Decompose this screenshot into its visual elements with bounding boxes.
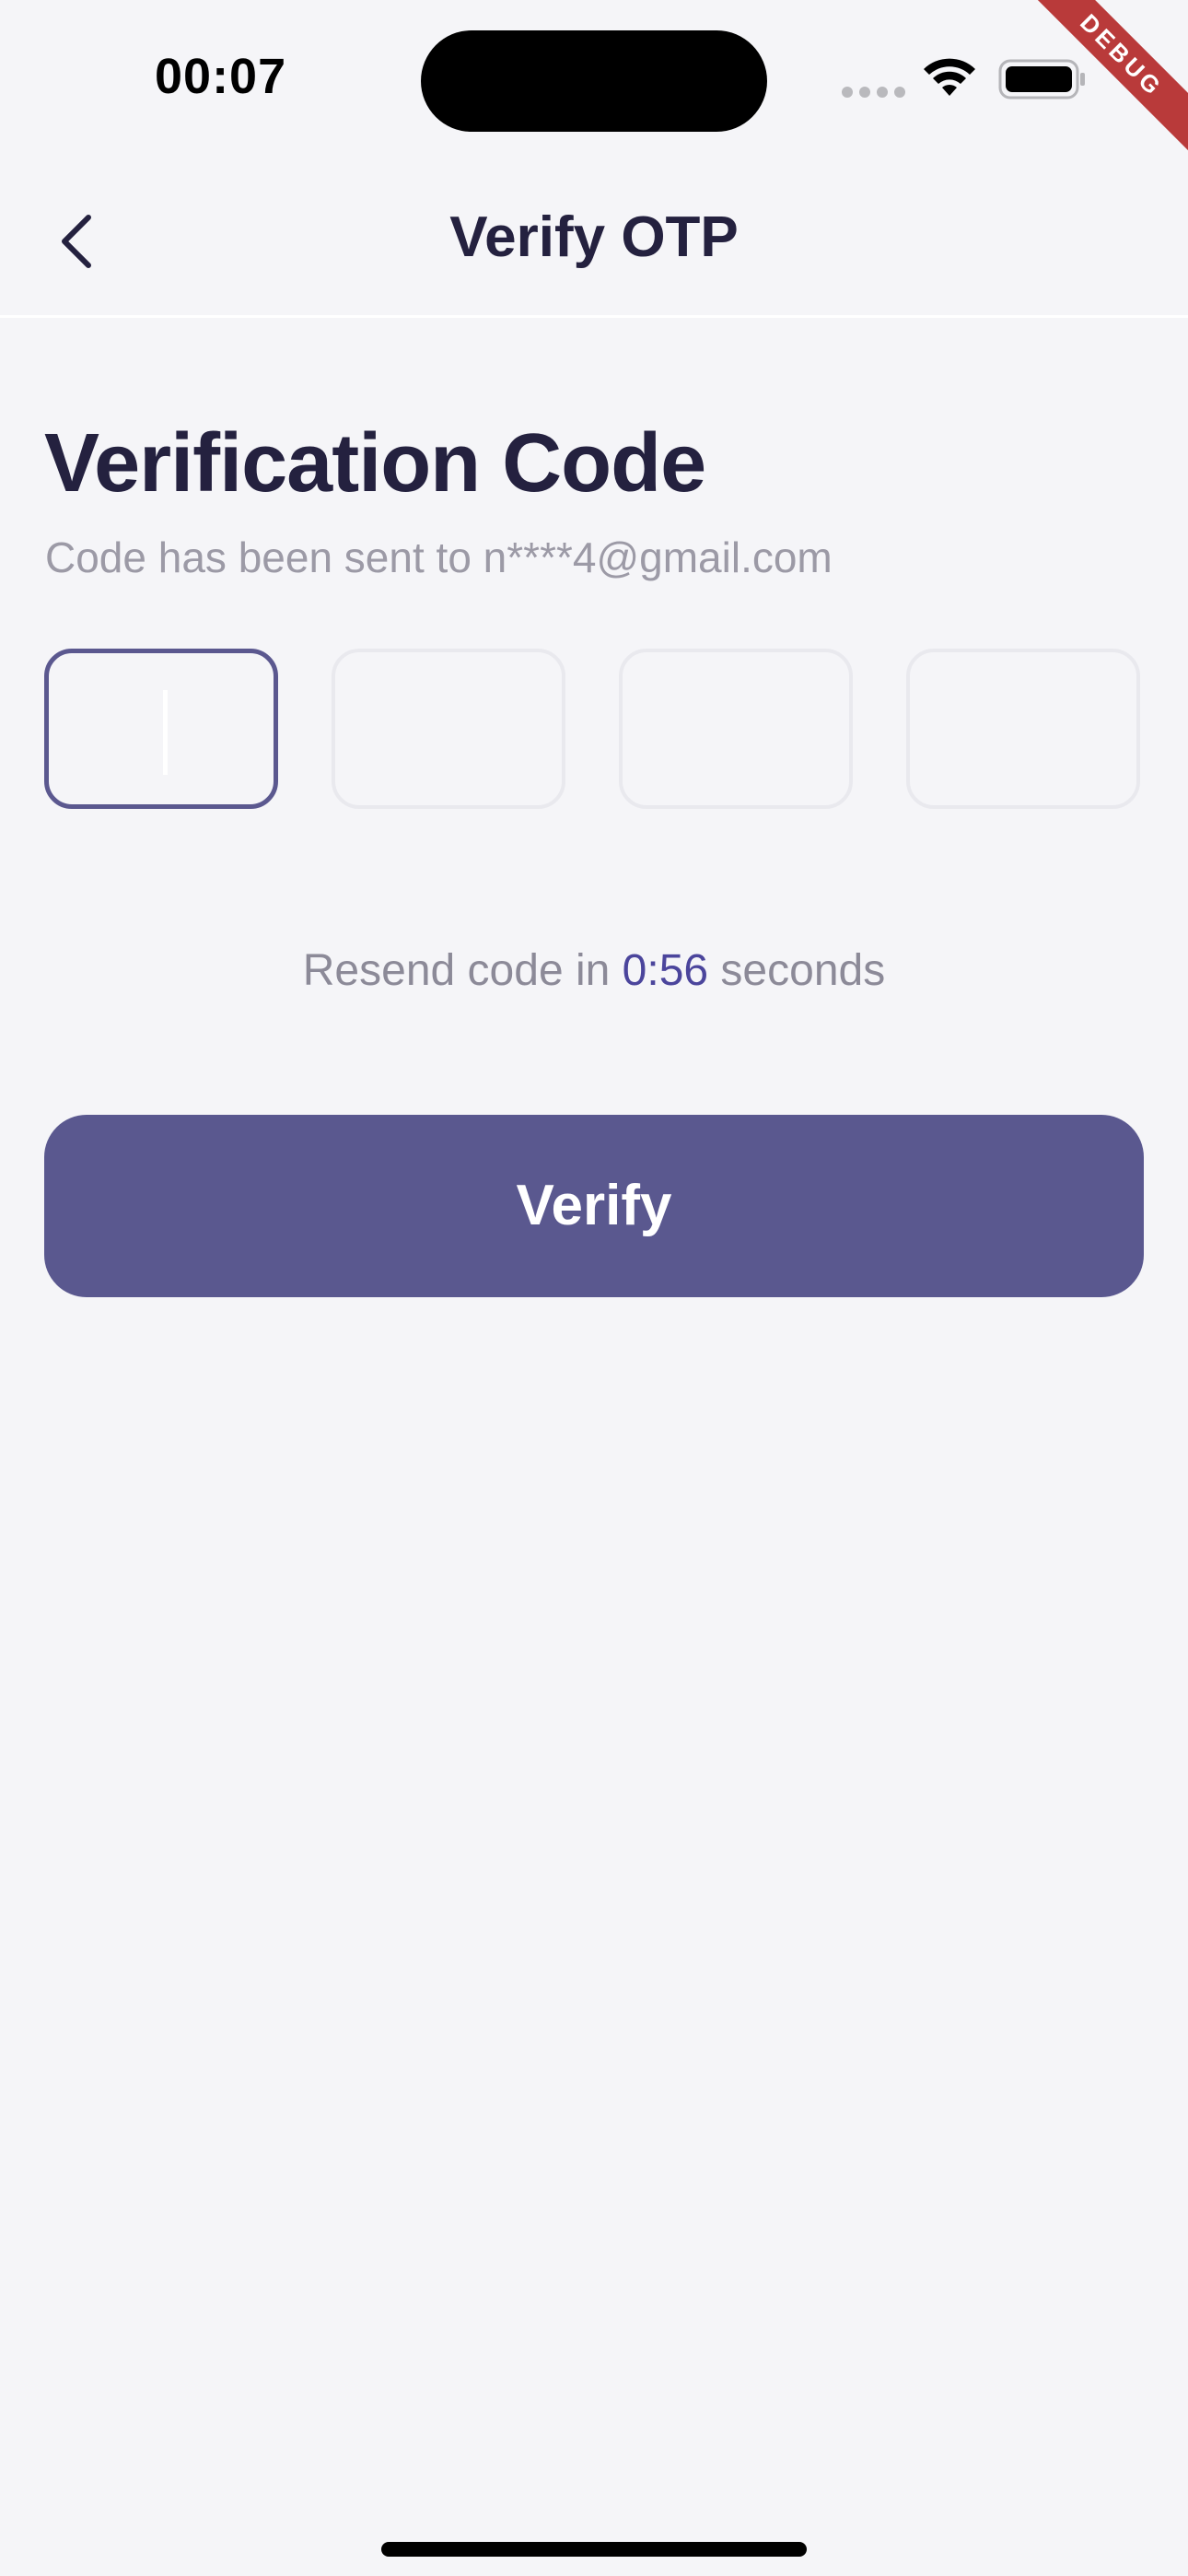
resend-code-text: Resend code in 0:56 seconds: [0, 945, 1188, 996]
otp-input-4[interactable]: [906, 649, 1140, 809]
resend-timer: 0:56: [622, 946, 709, 995]
verify-button[interactable]: Verify: [44, 1115, 1144, 1297]
code-sent-subtitle: Code has been sent to n****4@gmail.com: [45, 533, 833, 581]
otp-input-3[interactable]: [619, 649, 853, 809]
resend-suffix: seconds: [708, 946, 886, 995]
verification-heading: Verification Code: [44, 417, 706, 509]
otp-input-1[interactable]: [44, 649, 278, 809]
page-title: Verify OTP: [449, 205, 739, 269]
home-indicator: [381, 2542, 807, 2557]
otp-input-2[interactable]: [332, 649, 565, 809]
cellular-signal-icon: [842, 87, 906, 98]
debug-banner-label: DEBUG: [1022, 0, 1188, 155]
status-bar-time: 00:07: [155, 49, 287, 104]
text-cursor: [163, 690, 168, 775]
app-bar: Verify OTP: [0, 166, 1188, 318]
debug-banner: DEBUG: [1022, 0, 1188, 166]
wifi-icon: [924, 58, 975, 96]
dynamic-island: [421, 30, 767, 132]
resend-prefix: Resend code in: [302, 946, 623, 995]
